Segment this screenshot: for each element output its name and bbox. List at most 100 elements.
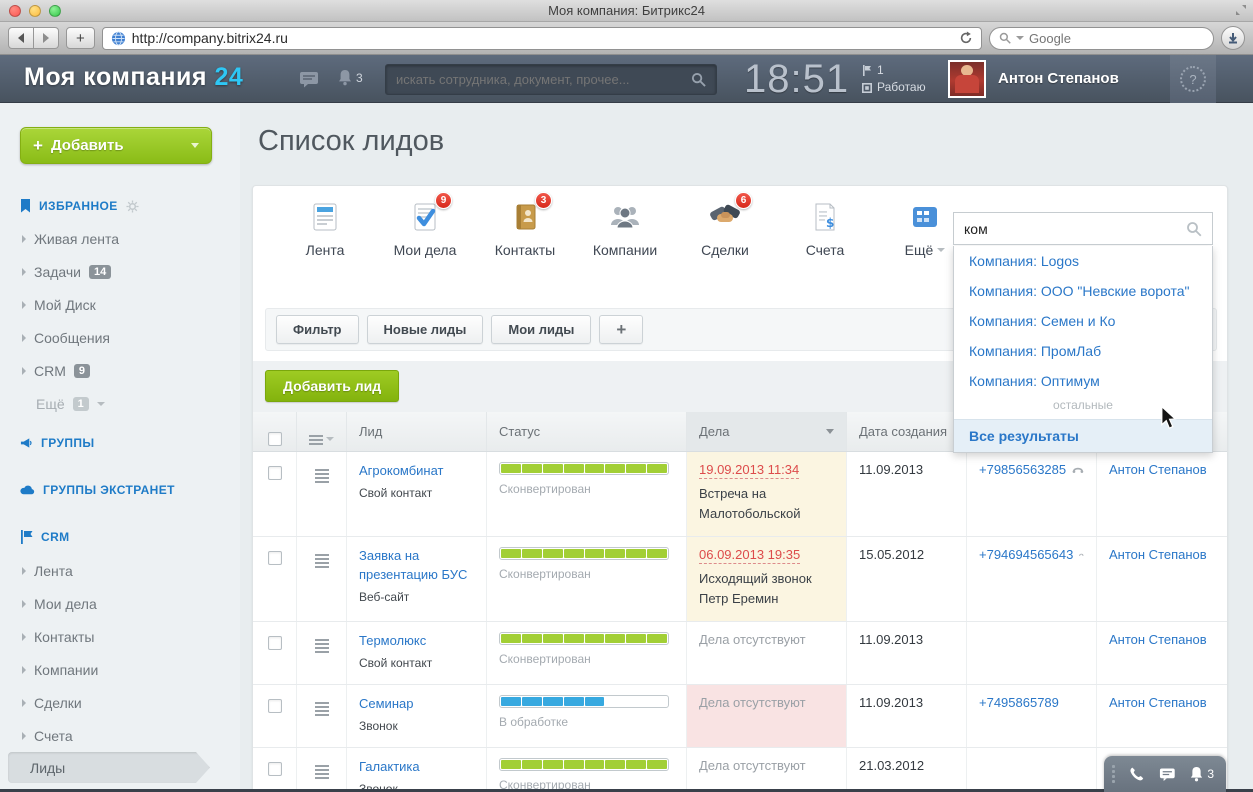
crm-search-input[interactable] xyxy=(964,221,1186,237)
browser-search-field[interactable] xyxy=(989,27,1214,50)
drag-handle-icon[interactable] xyxy=(1112,765,1115,783)
row-checkbox[interactable] xyxy=(268,551,282,565)
responsible-link[interactable]: Антон Степанов xyxy=(1097,622,1228,684)
sidebar-item-crm-deals[interactable]: Сделки xyxy=(0,686,240,719)
select-all-checkbox[interactable] xyxy=(268,432,282,446)
back-button[interactable] xyxy=(8,27,34,49)
add-lead-button[interactable]: Добавить лид xyxy=(265,370,399,402)
header-search-field[interactable] xyxy=(385,64,717,95)
phone-icon[interactable] xyxy=(1129,766,1145,782)
downloads-button[interactable] xyxy=(1221,26,1245,50)
lead-link[interactable]: Термолюкс xyxy=(359,632,474,651)
add-preset-button[interactable]: + xyxy=(599,315,643,344)
sidebar-item-crm-my-activities[interactable]: Мои дела xyxy=(0,587,240,620)
sidebar-item-crm[interactable]: CRM9 xyxy=(0,354,240,387)
search-result-item[interactable]: Компания: Logos xyxy=(954,246,1212,276)
column-header-status[interactable]: Статус xyxy=(487,412,687,451)
column-header-created[interactable]: Дата создания xyxy=(847,412,967,451)
sidebar-item-crm-invoices[interactable]: Счета xyxy=(0,719,240,752)
new-tab-button[interactable]: + xyxy=(66,27,95,49)
lead-link[interactable]: Агрокомбинат xyxy=(359,462,474,481)
phone-link[interactable]: +794694565643 xyxy=(979,547,1073,562)
url-input[interactable] xyxy=(132,30,953,46)
responsible-link[interactable]: Антон Степанов xyxy=(1097,685,1228,747)
lead-link[interactable]: Семинар xyxy=(359,695,474,714)
search-result-item[interactable]: Компания: Семен и Ко xyxy=(954,306,1212,336)
sidebar-item-live-feed[interactable]: Живая лента xyxy=(0,222,240,255)
phone-link[interactable]: +79856563285 xyxy=(979,462,1066,477)
phone-icon[interactable] xyxy=(1079,549,1084,560)
column-header-activity[interactable]: Дела xyxy=(687,412,847,451)
row-menu-icon[interactable] xyxy=(315,554,329,568)
sidebar-section-crm[interactable]: CRM xyxy=(0,530,240,544)
fullscreen-icon[interactable] xyxy=(1235,4,1247,16)
filter-button[interactable]: Фильтр xyxy=(276,315,359,344)
sidebar-item-crm-feed[interactable]: Лента xyxy=(0,554,240,587)
row-checkbox[interactable] xyxy=(268,699,282,713)
tab-contacts[interactable]: 3 Контакты xyxy=(475,199,575,258)
lead-link[interactable]: Галактика xyxy=(359,758,474,777)
sidebar-item-crm-contacts[interactable]: Контакты xyxy=(0,620,240,653)
row-checkbox[interactable] xyxy=(268,466,282,480)
responsible-link[interactable]: Антон Степанов xyxy=(1097,452,1228,536)
preset-my-leads-button[interactable]: Мои лиды xyxy=(491,315,591,344)
search-icon[interactable] xyxy=(691,72,706,87)
gear-icon[interactable] xyxy=(126,200,139,213)
row-menu-icon[interactable] xyxy=(315,469,329,483)
app-logo[interactable]: Моя компания 24 xyxy=(24,63,243,92)
help-panel[interactable]: ? xyxy=(1170,55,1216,103)
row-checkbox[interactable] xyxy=(268,636,282,650)
activity-cell[interactable]: 06.09.2013 19:35Исходящий звонок Петр Ер… xyxy=(687,537,847,621)
crm-search-field[interactable] xyxy=(953,212,1213,245)
table-menu-icon[interactable] xyxy=(309,435,323,445)
chat-icon[interactable] xyxy=(1159,767,1176,782)
sidebar-section-extranet[interactable]: ГРУППЫ ЭКСТРАНЕТ xyxy=(0,483,240,497)
browser-search-input[interactable] xyxy=(1029,31,1204,46)
activity-cell[interactable]: Дела отсутствуют xyxy=(687,685,847,747)
sidebar-item-more[interactable]: Ещё1 xyxy=(0,387,240,420)
search-icon[interactable] xyxy=(1186,221,1202,237)
search-result-item[interactable]: Компания: Оптимум xyxy=(954,366,1212,396)
tab-my-activities[interactable]: 9 Мои дела xyxy=(375,199,475,258)
add-button[interactable]: + Добавить xyxy=(20,127,212,164)
sidebar-item-my-drive[interactable]: Мой Диск xyxy=(0,288,240,321)
row-menu-icon[interactable] xyxy=(315,765,329,779)
avatar[interactable] xyxy=(948,60,986,98)
lead-link[interactable]: Заявка на презентацию БУС xyxy=(359,547,474,585)
user-name[interactable]: Антон Степанов xyxy=(998,70,1119,87)
sidebar-item-messages[interactable]: Сообщения xyxy=(0,321,240,354)
column-header-lead[interactable]: Лид xyxy=(347,412,487,451)
sidebar-item-crm-companies[interactable]: Компании xyxy=(0,653,240,686)
tab-feed[interactable]: Лента xyxy=(275,199,375,258)
activity-cell[interactable]: 19.09.2013 11:34Встреча на Малотобольско… xyxy=(687,452,847,536)
row-menu-icon[interactable] xyxy=(315,702,329,716)
reload-icon[interactable] xyxy=(959,31,973,45)
row-menu-icon[interactable] xyxy=(315,639,329,653)
activity-date[interactable]: 19.09.2013 11:34 xyxy=(699,462,799,479)
tab-deals[interactable]: 6 Сделки xyxy=(675,199,775,258)
header-notifications[interactable]: 3 xyxy=(337,69,363,86)
header-search-input[interactable] xyxy=(396,72,691,87)
responsible-link[interactable]: Антон Степанов xyxy=(1097,537,1228,621)
row-checkbox[interactable] xyxy=(268,762,282,776)
phone-link[interactable]: +7495865789 xyxy=(979,695,1059,710)
phone-icon[interactable] xyxy=(1072,464,1084,475)
sidebar-section-groups[interactable]: ГРУППЫ xyxy=(0,436,240,450)
preset-new-leads-button[interactable]: Новые лиды xyxy=(367,315,484,344)
address-bar[interactable] xyxy=(102,27,982,50)
quick-actions-widget[interactable]: 3 xyxy=(1104,756,1226,792)
activity-date[interactable]: 06.09.2013 19:35 xyxy=(699,547,800,564)
tab-companies[interactable]: Компании xyxy=(575,199,675,258)
activity-cell[interactable]: Дела отсутствуют xyxy=(687,622,847,684)
presence-widget[interactable]: 1 Работаю xyxy=(862,62,926,96)
work-clock[interactable]: 18:51 xyxy=(744,57,849,102)
activity-cell[interactable]: Дела отсутствуют xyxy=(687,748,847,792)
search-result-item[interactable]: Компания: ПромЛаб xyxy=(954,336,1212,366)
messenger-icon[interactable] xyxy=(299,71,319,88)
tab-invoices[interactable]: $ Счета xyxy=(775,199,875,258)
sidebar-item-tasks[interactable]: Задачи14 xyxy=(0,255,240,288)
notifications-widget[interactable]: 3 xyxy=(1189,766,1214,782)
help-icon[interactable]: ? xyxy=(1180,66,1206,92)
forward-button[interactable] xyxy=(34,27,59,49)
search-result-item[interactable]: Компания: ООО "Невские ворота" xyxy=(954,276,1212,306)
